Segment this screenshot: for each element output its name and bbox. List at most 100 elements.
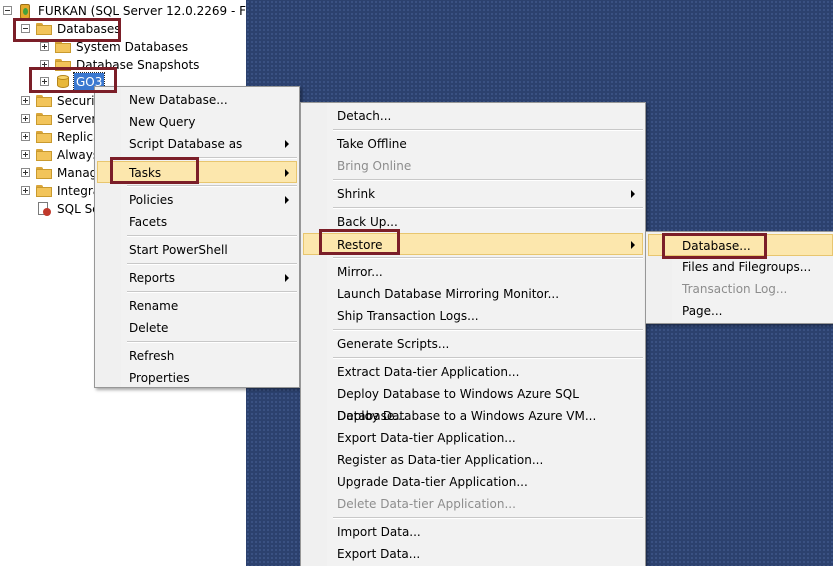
folder-icon — [36, 23, 52, 35]
menu-item-upgrade-data-tier[interactable]: Upgrade Data-tier Application... — [303, 471, 643, 493]
menu-item-label: Tasks — [129, 166, 162, 180]
folder-icon — [36, 131, 52, 143]
menu-separator — [333, 517, 643, 519]
menu-item-policies[interactable]: Policies — [97, 189, 297, 211]
tree-node-server-objects[interactable]: Server — [0, 110, 97, 128]
expand-icon[interactable] — [21, 150, 30, 159]
expand-icon[interactable] — [21, 168, 30, 177]
menu-item-new-query[interactable]: New Query — [97, 111, 297, 133]
collapse-icon[interactable] — [21, 24, 30, 33]
menu-item-label: Export Data... — [337, 547, 421, 561]
menu-separator — [127, 263, 297, 265]
menu-item-export-data-tier[interactable]: Export Data-tier Application... — [303, 427, 643, 449]
expand-icon[interactable] — [21, 186, 30, 195]
menu-item-restore-database[interactable]: Database... — [648, 234, 833, 256]
folder-icon — [55, 59, 71, 71]
expand-icon[interactable] — [40, 42, 49, 51]
node-label: Manag — [57, 166, 98, 180]
tasks-submenu: Detach... Take Offline Bring Online Shri… — [300, 102, 646, 566]
menu-item-restore[interactable]: Restore — [303, 233, 643, 255]
menu-item-bring-online[interactable]: Bring Online — [303, 155, 643, 177]
menu-item-facets[interactable]: Facets — [97, 211, 297, 233]
submenu-arrow-icon — [631, 190, 635, 198]
menu-item-label: Script Database as — [129, 137, 243, 151]
menu-item-launch-mirroring-monitor[interactable]: Launch Database Mirroring Monitor... — [303, 283, 643, 305]
server-icon — [18, 4, 32, 19]
folder-icon — [36, 185, 52, 197]
restore-submenu: Database... Files and Filegroups... Tran… — [645, 231, 833, 324]
menu-item-properties[interactable]: Properties — [97, 367, 297, 389]
expand-icon[interactable] — [21, 96, 30, 105]
submenu-arrow-icon — [285, 169, 289, 177]
menu-item-delete[interactable]: Delete — [97, 317, 297, 339]
tree-node-replication[interactable]: Replica — [0, 128, 100, 146]
submenu-arrow-icon — [285, 140, 289, 148]
menu-item-label: Refresh — [129, 349, 175, 363]
menu-item-label: Import Data... — [337, 525, 421, 539]
expand-icon[interactable] — [40, 60, 49, 69]
menu-item-deploy-azure-vm[interactable]: Deploy Database to a Windows Azure VM... — [303, 405, 643, 427]
menu-item-label: Export Data-tier Application... — [337, 431, 516, 445]
menu-item-extract-data-tier[interactable]: Extract Data-tier Application... — [303, 361, 643, 383]
menu-item-detach[interactable]: Detach... — [303, 105, 643, 127]
tree-node-security[interactable]: Securit — [0, 92, 99, 110]
menu-item-files-and-filegroups[interactable]: Files and Filegroups... — [648, 256, 831, 278]
menu-item-deploy-azure-sql[interactable]: Deploy Database to Windows Azure SQL Dat… — [303, 383, 643, 423]
menu-separator — [333, 357, 643, 359]
menu-item-label: Policies — [129, 193, 174, 207]
menu-item-reports[interactable]: Reports — [97, 267, 297, 289]
menu-item-label: Page... — [682, 304, 723, 318]
menu-item-mirror[interactable]: Mirror... — [303, 261, 643, 283]
menu-item-back-up[interactable]: Back Up... — [303, 211, 643, 233]
folder-icon — [36, 95, 52, 107]
menu-item-label: Transaction Log... — [682, 282, 788, 296]
expand-icon[interactable] — [21, 114, 30, 123]
menu-item-take-offline[interactable]: Take Offline — [303, 133, 643, 155]
tree-node-management[interactable]: Manag — [0, 164, 98, 182]
tree-node-server[interactable]: FURKAN (SQL Server 12.0.2269 - FURKA — [0, 2, 246, 20]
menu-item-label: Back Up... — [337, 215, 398, 229]
menu-item-refresh[interactable]: Refresh — [97, 345, 297, 367]
tree-node-integration-services[interactable]: Integra — [0, 182, 100, 200]
menu-item-rename[interactable]: Rename — [97, 295, 297, 317]
menu-separator — [333, 257, 643, 259]
tree-node-alwayson[interactable]: Always — [0, 146, 99, 164]
tree-node-database-snapshots[interactable]: Database Snapshots — [0, 56, 246, 74]
menu-item-page[interactable]: Page... — [648, 300, 831, 322]
menu-item-tasks[interactable]: Tasks — [97, 161, 297, 183]
menu-item-ship-transaction-logs[interactable]: Ship Transaction Logs... — [303, 305, 643, 327]
menu-separator — [127, 185, 297, 187]
menu-separator — [333, 329, 643, 331]
node-label: Server — [57, 112, 97, 126]
menu-item-label: Properties — [129, 371, 190, 385]
menu-item-delete-data-tier[interactable]: Delete Data-tier Application... — [303, 493, 643, 515]
menu-item-import-data[interactable]: Import Data... — [303, 521, 643, 543]
expand-icon[interactable] — [40, 77, 49, 86]
menu-item-label: Facets — [129, 215, 168, 229]
folder-icon — [55, 41, 71, 53]
expand-icon[interactable] — [21, 132, 30, 141]
menu-item-register-data-tier[interactable]: Register as Data-tier Application... — [303, 449, 643, 471]
menu-item-script-database-as[interactable]: Script Database as — [97, 133, 297, 155]
database-context-menu: New Database... New Query Script Databas… — [94, 86, 300, 388]
menu-item-transaction-log[interactable]: Transaction Log... — [648, 278, 831, 300]
menu-separator — [127, 235, 297, 237]
menu-item-label: Detach... — [337, 109, 392, 123]
server-label: FURKAN (SQL Server 12.0.2269 - FURKA — [38, 4, 246, 18]
menu-separator — [127, 341, 297, 343]
menu-item-label: Reports — [129, 271, 176, 285]
menu-item-new-database[interactable]: New Database... — [97, 89, 297, 111]
menu-separator — [333, 179, 643, 181]
menu-item-label: Upgrade Data-tier Application... — [337, 475, 528, 489]
tree-node-databases[interactable]: Databases — [0, 20, 200, 38]
tree-node-sql-server-agent[interactable]: SQL Se — [0, 200, 100, 218]
database-snapshots-label: Database Snapshots — [76, 58, 200, 72]
collapse-icon[interactable] — [3, 6, 12, 15]
menu-item-generate-scripts[interactable]: Generate Scripts... — [303, 333, 643, 355]
menu-item-label: New Query — [129, 115, 196, 129]
tree-node-system-databases[interactable]: System Databases — [0, 38, 246, 56]
menu-item-export-data[interactable]: Export Data... — [303, 543, 643, 565]
menu-item-shrink[interactable]: Shrink — [303, 183, 643, 205]
menu-item-start-powershell[interactable]: Start PowerShell — [97, 239, 297, 261]
menu-item-label: Generate Scripts... — [337, 337, 450, 351]
